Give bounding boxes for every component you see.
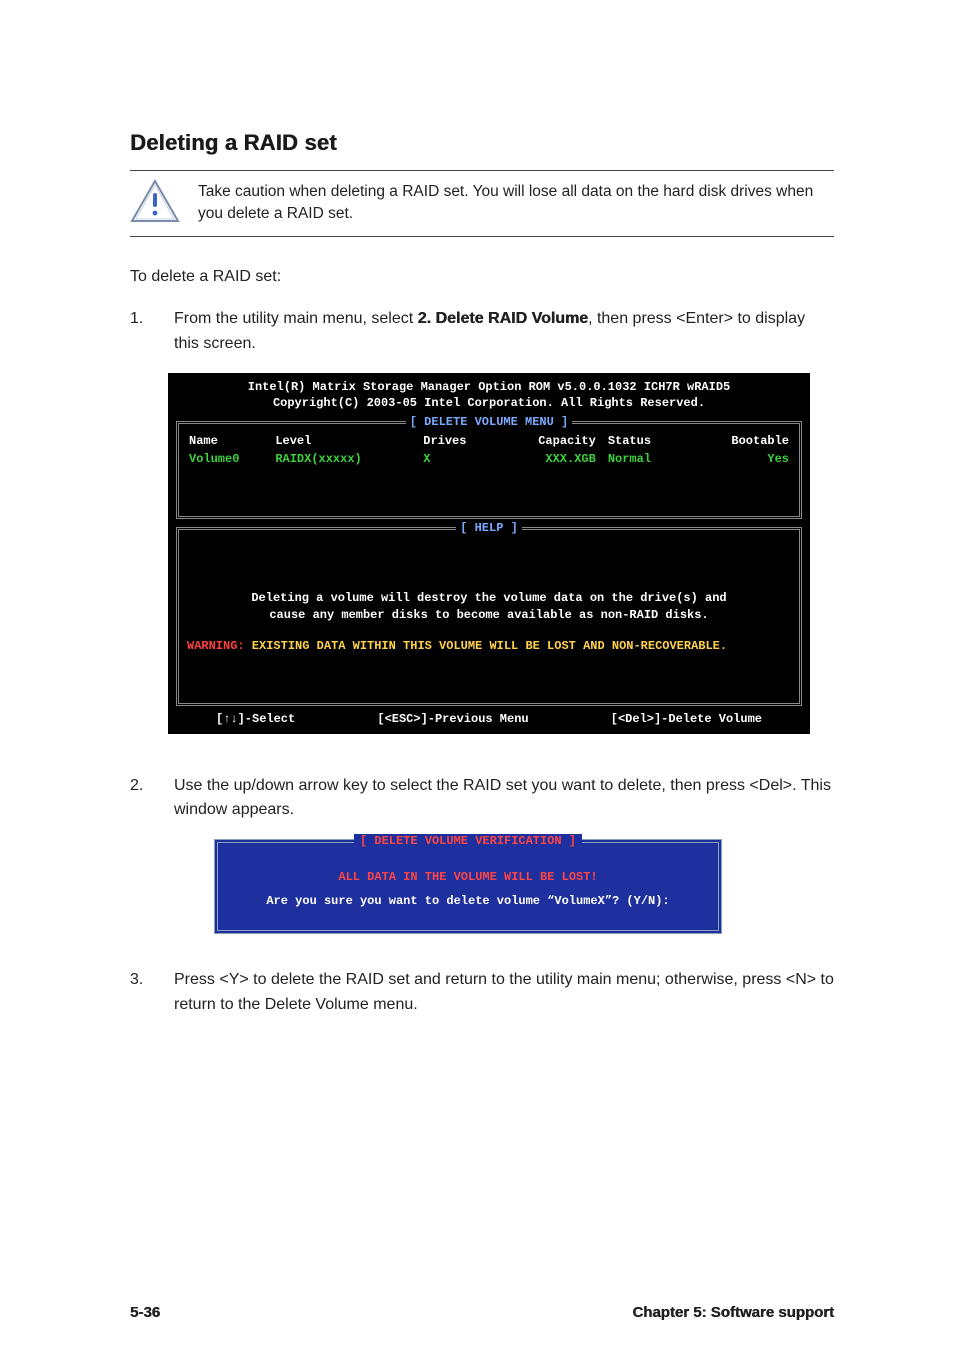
page-number: 5-36: [130, 1304, 160, 1321]
col-name: Name: [189, 432, 275, 450]
bios-menu-title: [ DELETE VOLUME MENU ]: [176, 415, 802, 429]
step-3: 3. Press <Y> to delete the RAID set and …: [130, 968, 834, 1018]
cell-capacity: XXX.XGB: [497, 450, 596, 468]
bios-volume-box: Name Level Drives Capacity Status Bootab…: [176, 421, 802, 519]
bios-menu-title-label: [ DELETE VOLUME MENU ]: [406, 415, 572, 429]
step-2: 2. Use the up/down arrow key to select t…: [130, 774, 834, 824]
caution-note: Take caution when deleting a RAID set. Y…: [130, 170, 834, 237]
caution-text: Take caution when deleting a RAID set. Y…: [198, 179, 834, 226]
step-1: 1. From the utility main menu, select 2.…: [130, 307, 834, 357]
cell-drives: X: [423, 450, 497, 468]
caution-icon: [130, 179, 180, 223]
bios-delete-volume-screen: Intel(R) Matrix Storage Manager Option R…: [168, 373, 810, 734]
step-text: Press <Y> to delete the RAID set and ret…: [174, 968, 834, 1018]
step-number: 1.: [130, 307, 152, 357]
cell-name: Volume0: [189, 450, 275, 468]
bios-warning-line: WARNING: EXISTING DATA WITHIN THIS VOLUM…: [185, 639, 793, 653]
cell-status: Normal: [596, 450, 691, 468]
cell-bootable: Yes: [690, 450, 789, 468]
dialog-title: [ DELETE VOLUME VERIFICATION ]: [354, 834, 582, 848]
bios-help-msg-1: Deleting a volume will destroy the volum…: [185, 590, 793, 607]
bios-header-line-1: Intel(R) Matrix Storage Manager Option R…: [176, 379, 802, 395]
key-previous-menu[interactable]: [<ESC>]-Previous Menu: [377, 712, 528, 726]
page-footer: 5-36 Chapter 5: Software support: [130, 1244, 834, 1321]
intro-text: To delete a RAID set:: [130, 265, 834, 289]
bios-help-box: Deleting a volume will destroy the volum…: [176, 527, 802, 706]
bios-help-title-label: [ HELP ]: [456, 521, 522, 535]
bios-warning-label: WARNING:: [187, 639, 245, 653]
step-1-menu-name: 2. Delete RAID Volume: [418, 310, 588, 327]
section-heading: Deleting a RAID set: [130, 130, 834, 156]
bios-help-title: [ HELP ]: [176, 521, 802, 535]
bios-header-line-2: Copyright(C) 2003-05 Intel Corporation. …: [176, 395, 802, 411]
step-number: 2.: [130, 774, 152, 824]
table-row[interactable]: Volume0 RAIDX(xxxxx) X XXX.XGB Normal Ye…: [189, 450, 789, 468]
col-level: Level: [275, 432, 423, 450]
chapter-title: Chapter 5: Software support: [632, 1304, 834, 1321]
cell-level: RAIDX(xxxxx): [275, 450, 423, 468]
col-bootable: Bootable: [690, 432, 789, 450]
bios-warning-text: EXISTING DATA WITHIN THIS VOLUME WILL BE…: [245, 639, 727, 653]
key-select[interactable]: [↑↓]-Select: [216, 712, 295, 726]
step-1-pre: From the utility main menu, select: [174, 310, 418, 327]
bios-key-bar: [↑↓]-Select [<ESC>]-Previous Menu [<Del>…: [176, 706, 802, 730]
bios-help-msg-2: cause any member disks to become availab…: [185, 607, 793, 624]
delete-verification-dialog: [ DELETE VOLUME VERIFICATION ] ALL DATA …: [214, 839, 722, 934]
bios-volume-table: Name Level Drives Capacity Status Bootab…: [189, 432, 789, 468]
col-status: Status: [596, 432, 691, 450]
col-capacity: Capacity: [497, 432, 596, 450]
dialog-question[interactable]: Are you sure you want to delete volume “…: [218, 894, 718, 908]
step-text: From the utility main menu, select 2. De…: [174, 307, 834, 357]
step-number: 3.: [130, 968, 152, 1018]
key-delete-volume[interactable]: [<Del>]-Delete Volume: [611, 712, 762, 726]
col-drives: Drives: [423, 432, 497, 450]
table-header-row: Name Level Drives Capacity Status Bootab…: [189, 432, 789, 450]
step-text: Use the up/down arrow key to select the …: [174, 774, 834, 824]
dialog-warning: ALL DATA IN THE VOLUME WILL BE LOST!: [218, 870, 718, 884]
